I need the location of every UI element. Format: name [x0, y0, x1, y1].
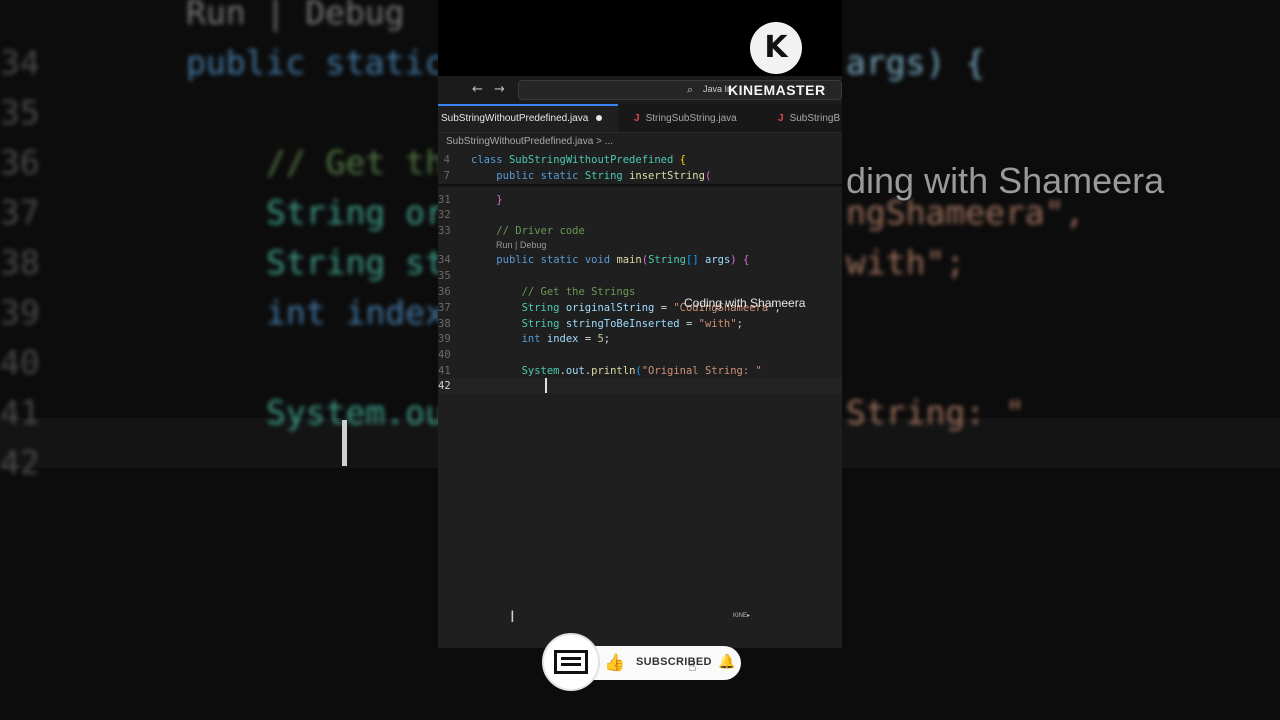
- code-line[interactable]: 40: [438, 347, 842, 363]
- pointer-hand-icon: ☝: [688, 659, 697, 675]
- code-line[interactable]: 41 System.out.println("Original String: …: [438, 363, 842, 379]
- kinemaster-logo: K: [750, 22, 802, 74]
- channel-logo-icon: [554, 650, 588, 674]
- tab-label: StringSubString.java: [645, 113, 737, 124]
- background-watermark: ding with Shameera: [846, 160, 1165, 201]
- background-line-number: 37: [0, 193, 40, 232]
- tab-string-substring[interactable]: J StringSubString.java: [634, 104, 737, 132]
- line-code: int index = 5;: [521, 333, 611, 345]
- line-number: 41: [438, 365, 451, 377]
- text-caret: [545, 378, 547, 393]
- code-line[interactable]: 33 // Driver code: [438, 223, 842, 239]
- code-line[interactable]: 38 String stringToBeInserted = "with";: [438, 316, 842, 332]
- tab-substring-b[interactable]: J SubStringB: [778, 104, 840, 132]
- line-number: 40: [438, 349, 451, 361]
- line-number: 36: [438, 286, 451, 298]
- code-line[interactable]: 35: [438, 268, 842, 284]
- background-line-code: Run | Debug: [186, 0, 405, 32]
- background-line-code-right: with";: [846, 243, 966, 282]
- kinemaster-small-mark: KINE▸: [733, 613, 751, 619]
- code-line[interactable]: 32: [438, 207, 842, 223]
- forward-arrow-icon[interactable]: →: [494, 82, 505, 97]
- unsaved-dot-icon: [596, 115, 603, 122]
- sticky-scroll-shadow: [438, 184, 842, 188]
- code-line[interactable]: 31 }: [438, 192, 842, 208]
- kinemaster-wordmark: KINEMASTER: [728, 82, 826, 98]
- java-file-icon: J: [634, 113, 640, 124]
- line-code: }: [496, 194, 503, 206]
- line-number: 39: [438, 333, 451, 345]
- background-line-number: 38: [0, 243, 40, 282]
- tab-label: SubStringB: [789, 113, 841, 124]
- line-code: public static String insertString(: [496, 170, 712, 182]
- background-line-number: 34: [0, 43, 40, 82]
- background-line-code: System.ou: [266, 393, 445, 432]
- background-line-code: String st: [266, 243, 445, 282]
- thumbs-up-icon[interactable]: 👍: [604, 653, 625, 673]
- line-number: 33: [438, 225, 451, 237]
- line-number: 4: [443, 154, 450, 166]
- background-line-code-right: String: ": [846, 393, 1025, 432]
- background-line-number: 35: [0, 93, 40, 132]
- editor-tabs: SubStringWithoutPredefined.java J StringS…: [438, 104, 842, 133]
- line-code: class SubStringWithoutPredefined {: [471, 154, 686, 166]
- line-number: 42: [438, 380, 451, 392]
- bell-icon[interactable]: 🔔: [718, 654, 735, 670]
- code-line[interactable]: 4 class SubStringWithoutPredefined {: [438, 152, 842, 168]
- line-number: 35: [438, 270, 451, 282]
- background-line-code: int index: [266, 293, 445, 332]
- run-debug-codelens[interactable]: Run | Debug: [496, 240, 546, 250]
- tab-substring-without-predefined[interactable]: SubStringWithoutPredefined.java: [438, 104, 618, 132]
- code-line[interactable]: 34 public static void main(String[] args…: [438, 252, 842, 268]
- search-icon: ⌕: [687, 83, 694, 96]
- channel-avatar[interactable]: [542, 633, 600, 691]
- line-number: 38: [438, 318, 451, 330]
- line-code: // Driver code: [496, 225, 585, 237]
- background-line-code: // Get th: [266, 143, 445, 182]
- background-line-number: 40: [0, 343, 40, 382]
- subscribed-label[interactable]: SUBSCRIBED: [636, 656, 712, 668]
- line-code: public static void main(String[] args) {: [496, 254, 750, 266]
- line-number: 34: [438, 254, 451, 266]
- breadcrumb[interactable]: SubStringWithoutPredefined.java > ...: [446, 136, 613, 147]
- mouse-text-cursor-icon: I: [510, 607, 515, 626]
- background-line-number: 39: [0, 293, 40, 332]
- background-line-number: 42: [0, 443, 40, 482]
- line-number: 32: [438, 209, 451, 221]
- tab-label: SubStringWithoutPredefined.java: [441, 113, 589, 124]
- line-code: // Get the Strings: [521, 286, 636, 298]
- line-number: 37: [438, 302, 451, 314]
- background-caret: [342, 420, 347, 466]
- line-number: 31: [438, 194, 451, 206]
- line-code: String stringToBeInserted = "with";: [521, 318, 743, 330]
- java-file-icon: J: [778, 113, 784, 124]
- channel-watermark: Coding with Shameera: [684, 296, 806, 310]
- code-line[interactable]: 7 public static String insertString(: [438, 168, 842, 184]
- background-line-number: 41: [0, 393, 40, 432]
- code-line[interactable]: 42: [438, 378, 842, 394]
- kinemaster-k-icon: K: [764, 30, 788, 65]
- background-line-number: 36: [0, 143, 40, 182]
- background-line-code: public static: [186, 43, 445, 82]
- line-code: System.out.println("Original String: ": [521, 365, 762, 377]
- line-number: 7: [443, 170, 450, 182]
- background-line-code-right: args) {: [846, 43, 986, 82]
- back-arrow-icon[interactable]: ←: [472, 82, 483, 97]
- code-line[interactable]: 39 int index = 5;: [438, 331, 842, 347]
- background-line-code: String or: [266, 193, 445, 232]
